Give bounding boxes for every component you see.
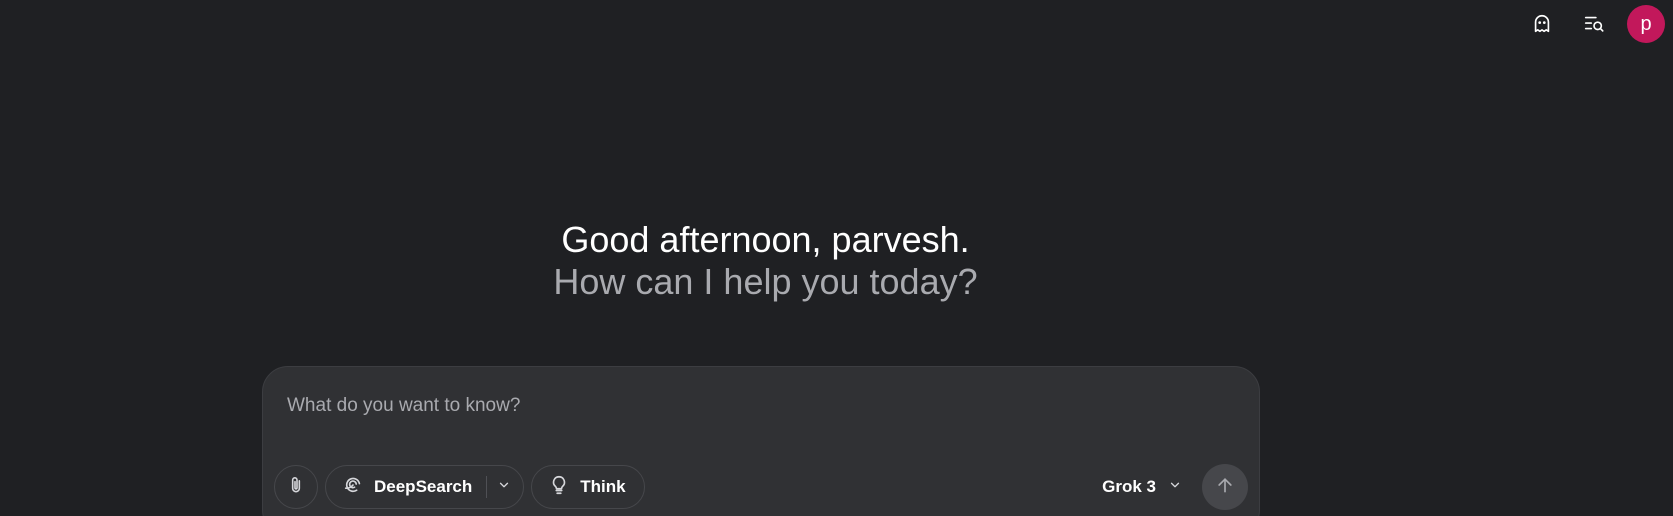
paperclip-icon [286,475,306,500]
model-selector[interactable]: Grok 3 [1102,477,1182,497]
greeting-subtitle: How can I help you today? [553,261,978,302]
prompt-input[interactable] [287,393,1187,419]
model-label: Grok 3 [1102,477,1156,496]
lightbulb-icon [548,474,570,501]
greeting: Good afternoon, parvesh. How can I help … [0,218,1531,304]
ghost-icon[interactable] [1523,5,1561,43]
chevron-down-icon[interactable] [497,477,511,497]
send-button[interactable] [1202,464,1248,510]
avatar[interactable]: p [1627,5,1665,43]
deepsearch-swirl-icon [342,474,364,501]
think-button[interactable]: Think [531,465,645,509]
history-search-icon[interactable] [1575,5,1613,43]
divider [486,476,488,498]
think-label: Think [580,477,626,496]
attach-button[interactable] [274,465,318,509]
chevron-down-icon [1168,477,1182,497]
page: p Good afternoon, parvesh. How can I hel… [0,0,1673,516]
header-actions: p [1523,5,1665,43]
composer-toolbar: DeepSearch Think Grok 3 [274,464,1248,510]
deepsearch-label: DeepSearch [374,477,473,496]
composer: DeepSearch Think [262,366,1260,516]
deepsearch-button[interactable]: DeepSearch [325,465,525,509]
arrow-up-icon [1215,475,1235,500]
greeting-title: Good afternoon, parvesh. [561,219,970,260]
